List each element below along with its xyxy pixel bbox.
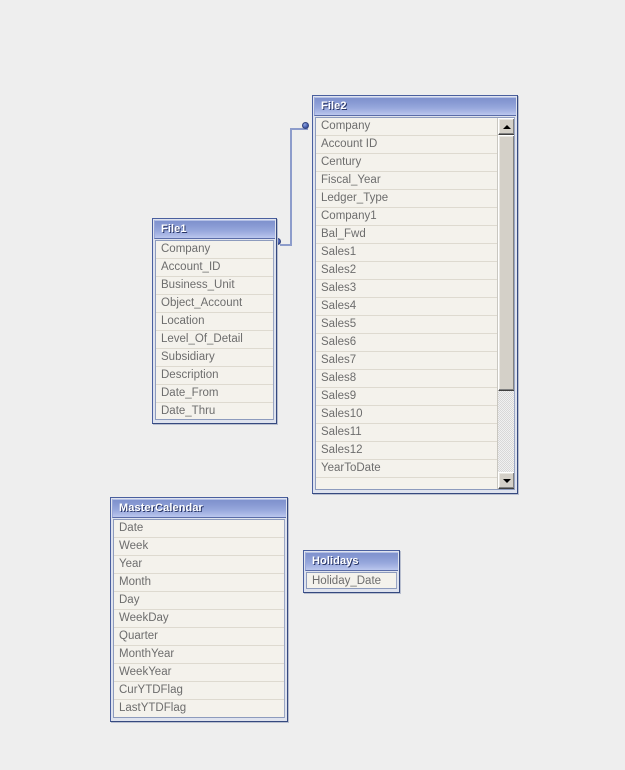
- field-row[interactable]: Company: [156, 241, 273, 259]
- field-row[interactable]: CurYTDFlag: [114, 682, 284, 700]
- vertical-scrollbar[interactable]: [497, 118, 514, 489]
- field-row[interactable]: Ledger_Type: [316, 190, 497, 208]
- field-row[interactable]: Week: [114, 538, 284, 556]
- field-row[interactable]: Account ID: [316, 136, 497, 154]
- field-row[interactable]: Company: [316, 118, 497, 136]
- field-row[interactable]: Description: [156, 367, 273, 385]
- table-box-mastercalendar[interactable]: MasterCalendar Date Week Year Month Day WeekDa…: [110, 497, 288, 722]
- field-row[interactable]: LastYTDFlag: [114, 700, 284, 717]
- field-list-holidays: Holiday_Date: [306, 572, 397, 589]
- field-row[interactable]: Date_Thru: [156, 403, 273, 419]
- field-row[interactable]: WeekYear: [114, 664, 284, 682]
- field-row[interactable]: MonthYear: [114, 646, 284, 664]
- scrollbar-thumb[interactable]: [498, 135, 514, 392]
- field-row[interactable]: Business_Unit: [156, 277, 273, 295]
- field-row[interactable]: Sales11: [316, 424, 497, 442]
- field-row[interactable]: Year: [114, 556, 284, 574]
- field-row[interactable]: Sales12: [316, 442, 497, 460]
- field-row[interactable]: Sales4: [316, 298, 497, 316]
- table-box-inner: File1 Company Account_ID Business_Unit Objec…: [154, 220, 275, 422]
- table-box-inner: Holidays Holiday_Date: [305, 552, 398, 591]
- field-row[interactable]: Sales6: [316, 334, 497, 352]
- field-row[interactable]: Quarter: [114, 628, 284, 646]
- table-box-file2[interactable]: File2 Company Account ID Century Fiscal_Year…: [312, 95, 518, 494]
- field-row[interactable]: Month: [114, 574, 284, 592]
- table-title-file2[interactable]: File2: [314, 97, 516, 116]
- field-row[interactable]: Date_From: [156, 385, 273, 403]
- table-box-inner: File2 Company Account ID Century Fiscal_Year…: [314, 97, 516, 492]
- field-row[interactable]: Sales8: [316, 370, 497, 388]
- field-row[interactable]: YearToDate: [316, 460, 497, 478]
- field-row[interactable]: Level_Of_Detail: [156, 331, 273, 349]
- field-row[interactable]: Date: [114, 520, 284, 538]
- table-title-file1[interactable]: File1: [154, 220, 275, 239]
- field-row[interactable]: Day: [114, 592, 284, 610]
- table-box-holidays[interactable]: Holidays Holiday_Date: [303, 550, 400, 593]
- data-model-canvas: File2 Company Account ID Century Fiscal_Year…: [0, 0, 625, 770]
- field-row[interactable]: Sales10: [316, 406, 497, 424]
- field-row[interactable]: Sales5: [316, 316, 497, 334]
- scrollbar-track[interactable]: [498, 135, 514, 472]
- field-row[interactable]: Bal_Fwd: [316, 226, 497, 244]
- field-list-mastercalendar: Date Week Year Month Day WeekDay Quarter MonthY…: [113, 519, 285, 718]
- scroll-up-arrow-icon[interactable]: [498, 118, 514, 135]
- table-box-file1[interactable]: File1 Company Account_ID Business_Unit Objec…: [152, 218, 277, 424]
- table-title-mastercalendar[interactable]: MasterCalendar: [112, 499, 286, 518]
- table-box-inner: MasterCalendar Date Week Year Month Day WeekDa…: [112, 499, 286, 720]
- field-row[interactable]: Account_ID: [156, 259, 273, 277]
- field-row[interactable]: Sales7: [316, 352, 497, 370]
- field-row[interactable]: WeekDay: [114, 610, 284, 628]
- field-list-file2: Company Account ID Century Fiscal_Year Ledge…: [315, 117, 515, 490]
- chevron-down-icon: [502, 478, 511, 483]
- field-row[interactable]: Company1: [316, 208, 497, 226]
- field-row[interactable]: Subsidiary: [156, 349, 273, 367]
- field-row[interactable]: Century: [316, 154, 497, 172]
- field-row[interactable]: Object_Account: [156, 295, 273, 313]
- connector-segment: [290, 128, 292, 246]
- connector-endpoint-target[interactable]: [302, 122, 309, 129]
- field-row[interactable]: Sales2: [316, 262, 497, 280]
- field-row[interactable]: Sales3: [316, 280, 497, 298]
- field-row[interactable]: Fiscal_Year: [316, 172, 497, 190]
- field-row[interactable]: Sales9: [316, 388, 497, 406]
- scroll-down-arrow-icon[interactable]: [498, 472, 514, 489]
- field-row[interactable]: Holiday_Date: [307, 573, 396, 588]
- field-list-file1: Company Account_ID Business_Unit Object_Acc…: [155, 240, 274, 420]
- table-title-holidays[interactable]: Holidays: [305, 552, 398, 571]
- field-row[interactable]: Location: [156, 313, 273, 331]
- field-row[interactable]: Sales1: [316, 244, 497, 262]
- chevron-up-icon: [502, 124, 511, 129]
